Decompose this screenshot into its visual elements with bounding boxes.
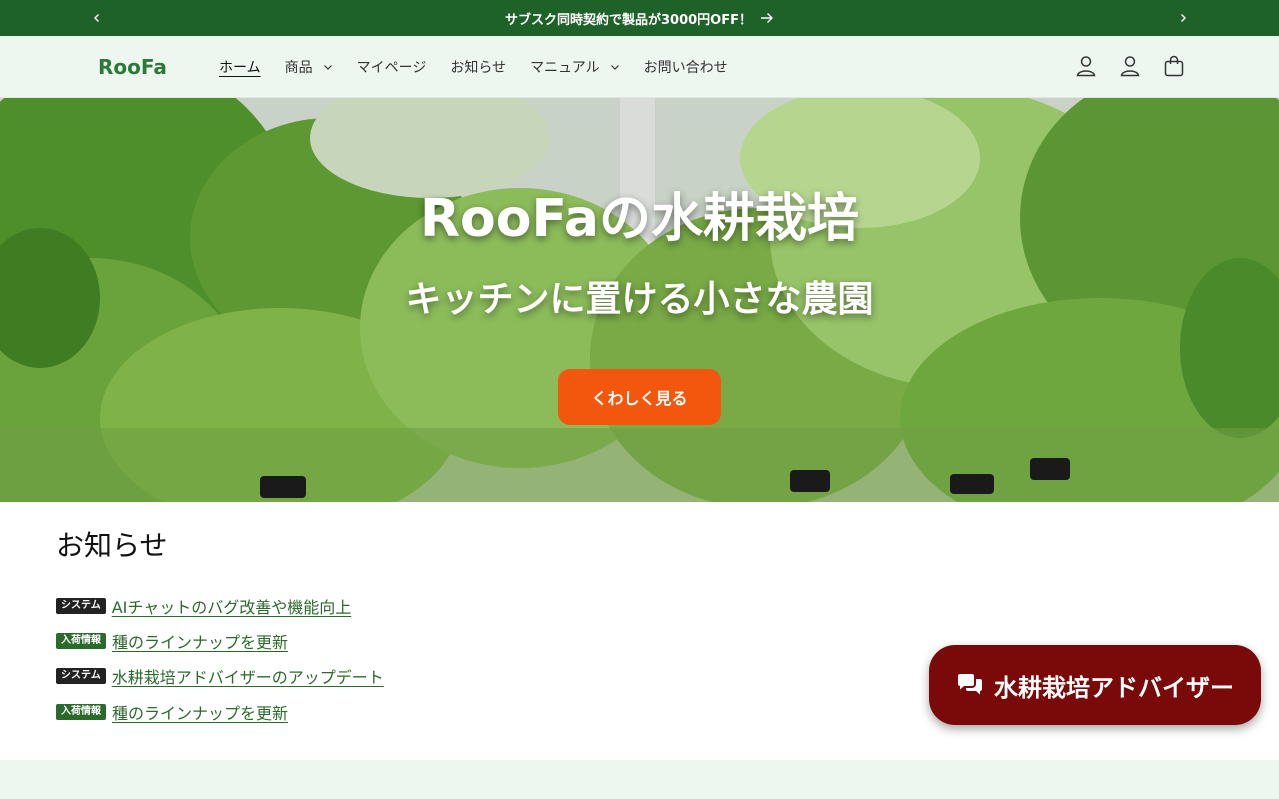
news-link[interactable]: 水耕栽培アドバイザーのアップデート xyxy=(112,664,384,688)
nav-item-contact[interactable]: お問い合わせ xyxy=(644,57,728,77)
nav-item-products[interactable]: 商品 xyxy=(285,57,333,77)
header-icons xyxy=(1075,54,1185,78)
user-icon xyxy=(1076,56,1096,77)
advisor-chat-button[interactable]: 水耕栽培アドバイザー xyxy=(929,645,1261,725)
hero-banner: RooFaの水耕栽培 キッチンに置ける小さな農園 くわしく見る xyxy=(0,98,1279,502)
login-button[interactable] xyxy=(1119,54,1141,78)
nav-label: お問い合わせ xyxy=(643,60,728,76)
footer-band xyxy=(0,760,1279,799)
news-link[interactable]: 種のラインナップを更新 xyxy=(112,629,288,653)
chevron-down-icon xyxy=(323,65,332,70)
announcement-next-button[interactable] xyxy=(1173,8,1193,28)
news-item: システム AIチャットのバグ改善や機能向上 xyxy=(56,588,856,623)
main-nav: ホーム 商品 マイページ お知らせ マニュアル お問い合わせ xyxy=(219,36,752,98)
chevron-down-icon xyxy=(610,65,619,70)
announcement-text: サブスク同時契約で製品が3000円OFF！ xyxy=(505,12,752,28)
hero-subtitle: キッチンに置ける小さな農園 xyxy=(405,279,874,320)
announcement-link[interactable]: サブスク同時契約で製品が3000円OFF！ xyxy=(505,9,774,28)
news-item: 入荷情報 種のラインナップを更新 xyxy=(56,623,856,658)
site-header: RooFa ホーム 商品 マイページ お知らせ マニュアル お問い合わせ xyxy=(0,36,1279,98)
nav-label: 商品 xyxy=(284,60,313,76)
nav-item-manual[interactable]: マニュアル xyxy=(530,57,620,77)
arrow-right-icon xyxy=(761,13,773,23)
account-button[interactable] xyxy=(1075,54,1097,78)
nav-item-mypage[interactable]: マイページ xyxy=(357,57,427,77)
nav-label: お知らせ xyxy=(450,60,507,76)
nav-item-home[interactable]: ホーム xyxy=(219,57,261,77)
nav-label: マイページ xyxy=(356,60,427,76)
news-item: 入荷情報 種のラインナップを更新 xyxy=(56,694,856,729)
news-link[interactable]: 種のラインナップを更新 xyxy=(112,700,288,724)
nav-label: マニュアル xyxy=(530,60,600,76)
news-heading: お知らせ xyxy=(56,529,168,562)
site-logo[interactable]: RooFa xyxy=(98,55,167,79)
announcement-prev-button[interactable] xyxy=(87,8,107,28)
news-tag: システム xyxy=(56,597,106,614)
news-tag: 入荷情報 xyxy=(56,703,106,720)
news-link[interactable]: AIチャットのバグ改善や機能向上 xyxy=(112,594,352,618)
hero-title: RooFaの水耕栽培 xyxy=(419,189,860,249)
news-section: お知らせ システム AIチャットのバグ改善や機能向上 入荷情報 種のラインナップ… xyxy=(56,502,856,729)
chat-bubbles-icon xyxy=(958,674,982,695)
news-tag: システム xyxy=(56,668,106,685)
news-tag: 入荷情報 xyxy=(56,632,106,649)
announcement-bar: サブスク同時契約で製品が3000円OFF！ xyxy=(0,0,1279,36)
learn-more-button[interactable]: くわしく見る xyxy=(558,369,721,425)
cart-icon xyxy=(1164,55,1184,77)
advisor-label: 水耕栽培アドバイザー xyxy=(994,673,1234,702)
news-item: システム 水耕栽培アドバイザーのアップデート xyxy=(56,659,856,694)
nav-label: ホーム xyxy=(219,60,261,76)
user-icon xyxy=(1120,56,1140,77)
nav-item-news[interactable]: お知らせ xyxy=(450,57,506,77)
chevron-left-icon xyxy=(94,14,99,22)
chevron-right-icon xyxy=(1181,14,1186,22)
cart-button[interactable] xyxy=(1163,54,1185,78)
